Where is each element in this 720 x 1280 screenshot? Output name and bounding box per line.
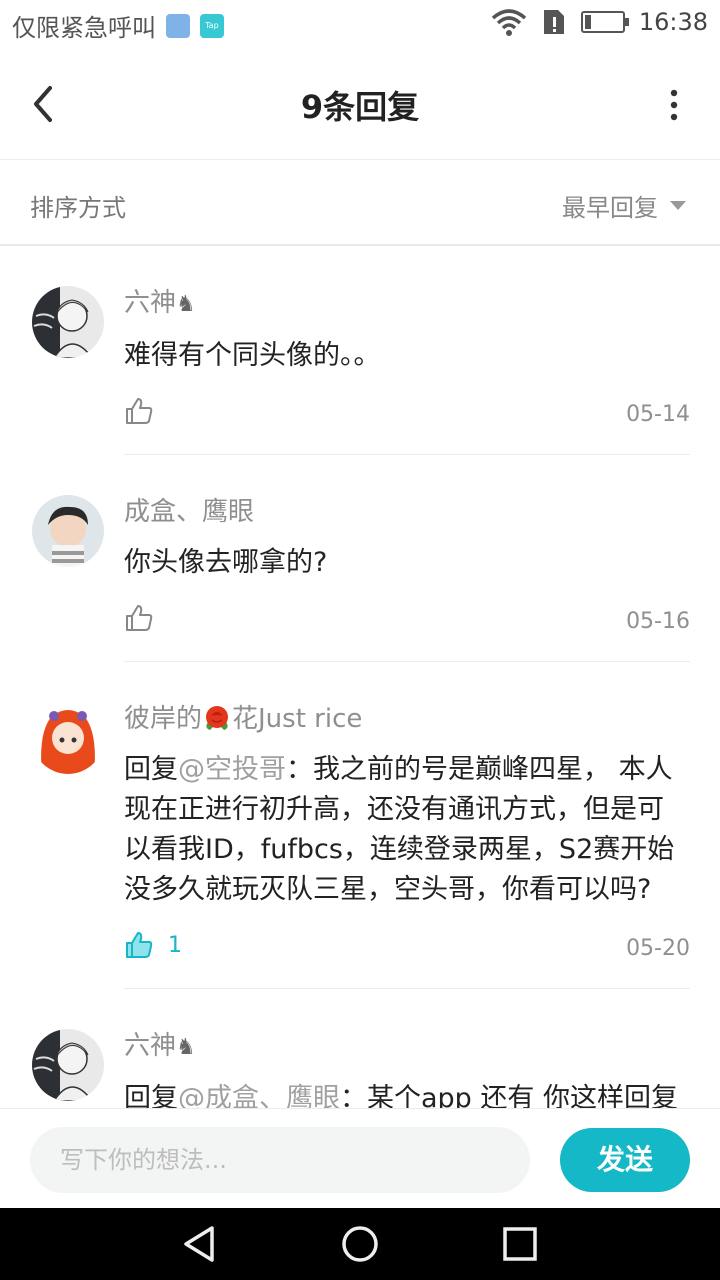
carrier-text: 仅限紧急呼叫 — [12, 14, 156, 42]
comment-username[interactable]: 六神♞ — [124, 1029, 690, 1065]
nav-back-icon[interactable] — [180, 1224, 220, 1264]
avatar[interactable] — [32, 1029, 104, 1101]
comment-text: 回复@成盒、鹰眼：某个app 还有 你这样回复 — [124, 1079, 690, 1108]
rose-emoji-icon — [206, 706, 229, 730]
like-button[interactable]: 1 — [124, 930, 182, 960]
sort-dropdown[interactable]: 最早回复 — [562, 188, 686, 223]
nav-home-icon[interactable] — [340, 1224, 380, 1264]
avatar[interactable] — [32, 286, 104, 358]
comment-text: 难得有个同头像的。。 — [124, 340, 381, 371]
comment-username[interactable]: 彼岸的 花Just rice — [124, 702, 690, 736]
comment-date: 05-16 — [626, 609, 690, 634]
send-button[interactable]: 发送 — [560, 1128, 690, 1192]
system-nav-bar — [0, 1208, 720, 1280]
battery-icon — [580, 11, 629, 33]
comment-item: 六神♞ 回复@成盒、鹰眼：某个app 还有 你这样回复 — [0, 989, 720, 1108]
sort-selected-value: 最早回复 — [562, 194, 658, 222]
caret-down-icon — [670, 201, 686, 210]
comment-username[interactable]: 六神♞ — [124, 286, 690, 322]
comment-text: 回复@空投哥：我之前的号是巅峰四星， 本人现在正进行初升高，还没有通讯方式，但是… — [124, 754, 675, 905]
comment-item: 彼岸的 花Just rice 回复@空投哥：我之前的号是巅峰四星， 本人现在正进… — [0, 662, 720, 989]
mention-link[interactable]: @空投哥 — [178, 754, 286, 785]
nav-recents-icon[interactable] — [500, 1224, 540, 1264]
comment-item: 成盒、鹰眼 你头像去哪拿的? 05-16 — [0, 455, 720, 662]
chess-knight-icon: ♞ — [176, 292, 196, 317]
taptap-notification-icon: Tap — [200, 13, 224, 38]
thumbs-up-filled-icon — [126, 932, 153, 958]
sort-label: 排序方式 — [30, 194, 126, 222]
status-bar: 仅限紧急呼叫 Tap 16:38 — [0, 0, 720, 50]
mention-link[interactable]: @成盒、鹰眼 — [178, 1083, 340, 1108]
wifi-icon — [491, 9, 526, 36]
comment-list[interactable]: 六神♞ 难得有个同头像的。。 05-14 成盒、鹰眼 你头像去哪拿的? 05-1… — [0, 246, 720, 1108]
comment-username[interactable]: 成盒、鹰眼 — [124, 495, 690, 529]
avatar[interactable] — [32, 702, 104, 774]
thumbs-up-icon — [126, 605, 153, 631]
like-count: 1 — [168, 932, 182, 958]
more-options-icon[interactable] — [664, 86, 684, 126]
thumbs-up-icon — [126, 398, 153, 424]
comment-date: 05-20 — [626, 936, 690, 961]
like-button[interactable] — [124, 396, 154, 426]
chess-knight-icon: ♞ — [176, 1035, 196, 1060]
comment-item: 六神♞ 难得有个同头像的。。 05-14 — [0, 246, 720, 455]
comment-input-bar: 写下你的想法... 发送 — [0, 1108, 720, 1208]
sort-bar: 排序方式 最早回复 — [0, 160, 720, 246]
sim-alert-icon — [543, 10, 564, 34]
comment-input[interactable]: 写下你的想法... — [30, 1127, 530, 1193]
avatar[interactable] — [32, 495, 104, 567]
clock: 16:38 — [638, 8, 708, 36]
notification-app-icon — [166, 13, 190, 38]
header-bar: 9条回复 — [0, 50, 720, 160]
comment-text: 你头像去哪拿的? — [124, 547, 328, 578]
like-button[interactable] — [124, 603, 154, 633]
page-title: 9条回复 — [300, 88, 420, 126]
comment-date: 05-14 — [626, 402, 690, 427]
